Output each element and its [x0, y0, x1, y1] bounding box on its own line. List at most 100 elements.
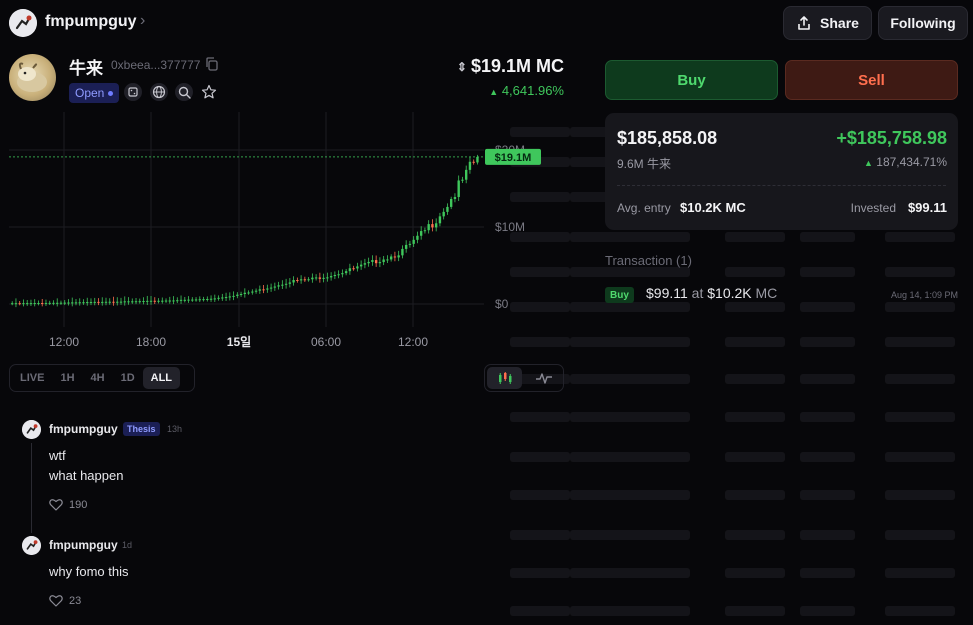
like-button[interactable]: 23	[49, 594, 81, 607]
candle	[266, 288, 269, 290]
candle	[164, 300, 168, 302]
range-live[interactable]: LIVE	[12, 367, 52, 389]
candle	[273, 286, 277, 288]
candle	[269, 287, 273, 289]
candle	[86, 302, 89, 304]
range-4h[interactable]: 4H	[83, 367, 113, 389]
candle	[389, 256, 393, 260]
candle	[142, 301, 145, 303]
market-cap-change: ▲ 4,641.96%	[489, 83, 564, 98]
candle	[104, 301, 108, 303]
candle	[243, 292, 247, 295]
search-icon[interactable]	[175, 83, 193, 101]
share-label: Share	[820, 15, 859, 31]
background-cell	[885, 267, 955, 277]
comment-username[interactable]: fmpumpguy	[49, 422, 118, 436]
candle	[254, 290, 258, 292]
candlestick-chart-button[interactable]	[487, 367, 522, 389]
candle	[67, 302, 70, 304]
background-cell	[885, 374, 955, 384]
transaction-row[interactable]: $99.11 at $10.2K MC	[646, 285, 777, 301]
share-button[interactable]: Share	[783, 6, 872, 40]
candle	[119, 301, 123, 303]
candle	[228, 296, 232, 298]
candle	[221, 297, 224, 299]
profile-username[interactable]: fmpumpguy	[45, 13, 137, 31]
candle	[247, 292, 250, 294]
globe-icon[interactable]	[150, 83, 168, 101]
range-1h[interactable]: 1H	[52, 367, 82, 389]
like-count: 190	[69, 498, 88, 511]
candle	[146, 300, 149, 302]
x-tick-label: 12:00	[49, 335, 79, 349]
comment-time: 13h	[167, 424, 183, 434]
dice-icon[interactable]	[124, 83, 142, 101]
background-cell	[800, 302, 855, 312]
candle	[333, 274, 337, 277]
candle	[134, 301, 138, 303]
candle	[378, 262, 382, 264]
candle	[89, 301, 93, 303]
candle	[127, 301, 130, 303]
range-1d[interactable]: 1D	[113, 367, 143, 389]
y-tick-label: $10M	[495, 220, 525, 234]
sort-toggle-icon: ⇕	[456, 59, 467, 74]
candle	[329, 276, 333, 278]
token-address[interactable]: 0xbeea...377777	[111, 58, 200, 72]
background-row	[500, 450, 973, 464]
candle	[41, 303, 44, 305]
background-cell	[885, 606, 955, 616]
candle	[416, 235, 419, 240]
comment-username[interactable]: fmpumpguy	[49, 538, 118, 552]
background-cell	[570, 452, 690, 462]
background-cell	[885, 452, 955, 462]
candle	[453, 197, 457, 199]
following-button[interactable]: Following	[878, 6, 968, 40]
star-icon[interactable]	[200, 83, 218, 101]
comment-avatar[interactable]	[22, 420, 41, 439]
background-cell	[885, 568, 955, 578]
candle	[82, 302, 85, 304]
share-icon	[798, 16, 810, 30]
candle	[404, 244, 408, 249]
candle	[401, 248, 404, 256]
background-cell	[570, 530, 690, 540]
background-cell	[570, 568, 690, 578]
comment-avatar[interactable]	[22, 536, 41, 555]
range-all[interactable]: ALL	[142, 367, 181, 389]
price-chart[interactable]: $20M$10M$012:0018:0015일06:0012:00$19.1M	[0, 112, 560, 362]
candle	[352, 268, 355, 270]
candle	[78, 302, 81, 304]
comment-text-line: what happen	[49, 468, 124, 483]
like-button[interactable]: 190	[49, 498, 87, 511]
background-cell	[570, 232, 690, 242]
buy-button[interactable]: Buy	[605, 60, 778, 100]
comment-text-line: why fomo this	[49, 564, 129, 579]
background-cell	[725, 267, 785, 277]
range-selector: LIVE 1H 4H 1D ALL	[9, 364, 195, 392]
chevron-right-icon[interactable]: ›	[140, 12, 145, 30]
line-chart-button[interactable]	[526, 367, 561, 389]
up-triangle-icon: ▲	[864, 158, 873, 168]
sell-button[interactable]: Sell	[785, 60, 958, 100]
candle	[59, 302, 63, 304]
market-cap[interactable]: ⇕ $19.1M MC	[457, 56, 564, 77]
background-row	[500, 604, 973, 618]
candle	[138, 301, 141, 303]
chart-type-selector	[484, 364, 564, 392]
comment-time: 1d	[122, 540, 133, 550]
current-price-label: $19.1M	[495, 152, 532, 164]
price-chart-svg[interactable]: $20M$10M$012:0018:0015일06:0012:00$19.1M	[0, 112, 560, 362]
candle	[29, 303, 33, 305]
copy-icon[interactable]	[204, 56, 220, 72]
background-cell	[800, 490, 855, 500]
avg-entry-label: Avg. entry	[617, 201, 671, 215]
candle	[179, 299, 183, 301]
position-pnl-percent-value: 187,434.71%	[876, 155, 947, 169]
background-cell	[510, 490, 570, 500]
background-cell	[800, 337, 855, 347]
avatar[interactable]	[9, 9, 37, 37]
candle	[277, 285, 280, 287]
background-row	[500, 230, 973, 244]
background-row	[500, 566, 973, 580]
